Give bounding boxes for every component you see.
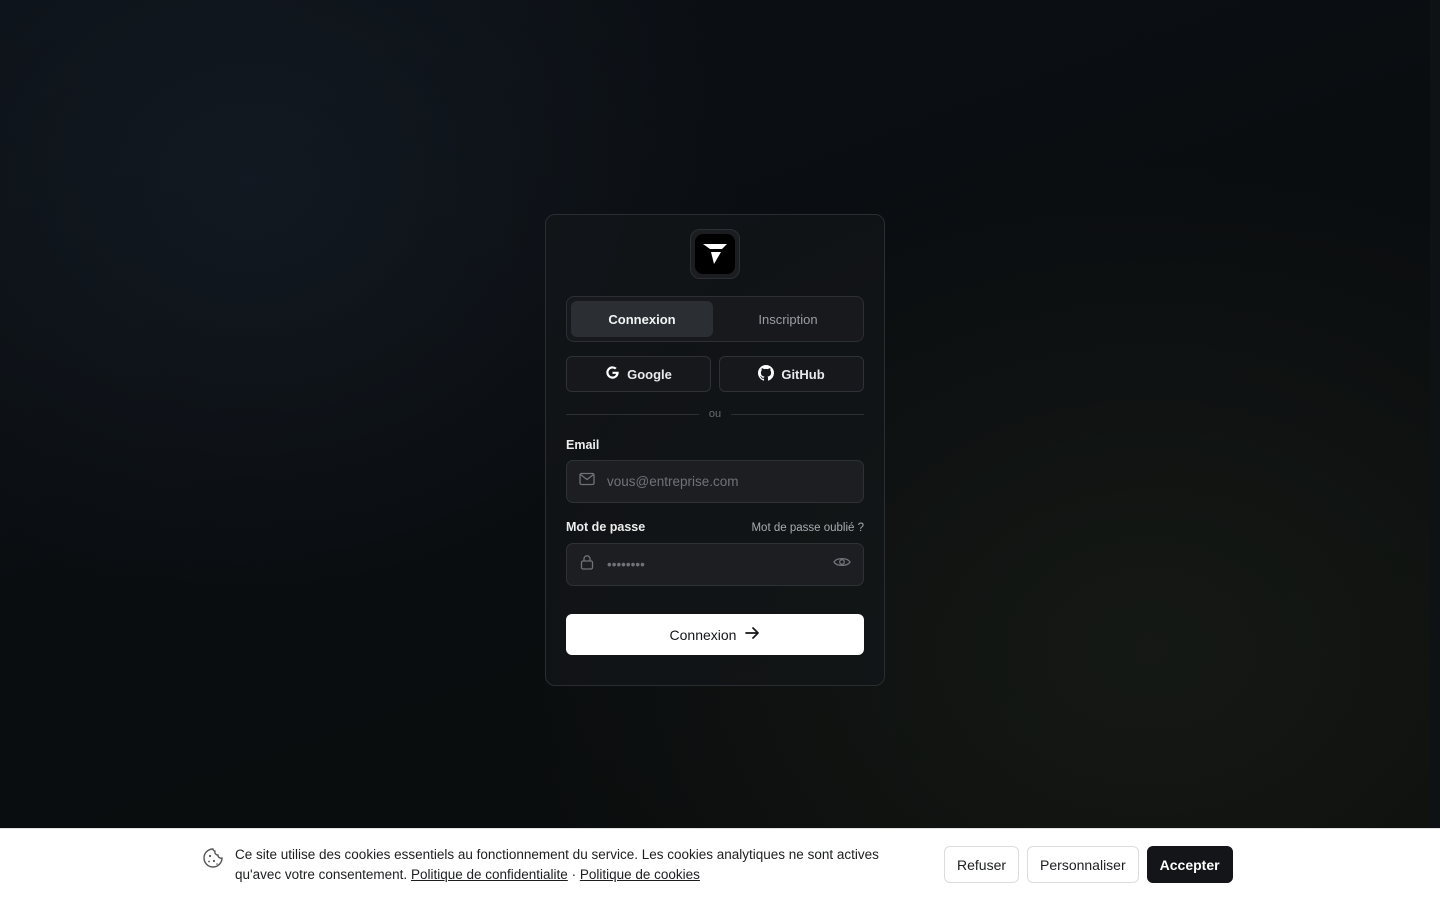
cookie-message: Ce site utilise des cookies essentiels a…: [235, 845, 925, 885]
cookie-actions: Refuser Personnaliser Accepter: [944, 846, 1233, 883]
lock-icon: [579, 554, 595, 575]
or-divider: ou: [566, 408, 864, 420]
privacy-policy-link[interactable]: Politique de confidentialite: [411, 867, 568, 882]
github-login-button[interactable]: GitHub: [719, 356, 864, 392]
google-icon: [605, 365, 620, 383]
login-submit-button[interactable]: Connexion: [566, 614, 864, 655]
submit-label: Connexion: [669, 626, 737, 643]
tab-inscription[interactable]: Inscription: [717, 301, 859, 337]
password-field-wrapper: [566, 543, 864, 586]
github-login-label: GitHub: [781, 366, 825, 382]
refuse-cookies-button[interactable]: Refuser: [944, 846, 1020, 883]
forgot-password-link[interactable]: Mot de passe oublié ?: [751, 516, 864, 534]
password-field[interactable]: [607, 557, 821, 572]
eye-icon[interactable]: [833, 555, 851, 574]
logo-container: [690, 229, 740, 279]
accept-cookies-button[interactable]: Accepter: [1146, 846, 1233, 883]
email-field[interactable]: [607, 474, 851, 489]
auth-tabs: Connexion Inscription: [566, 296, 864, 342]
google-login-label: Google: [627, 366, 672, 382]
scrollbar[interactable]: [1430, 0, 1440, 828]
mail-icon: [579, 472, 595, 491]
cookie-icon: [202, 847, 224, 874]
auth-card: Connexion Inscription Google GitHub ou E…: [545, 214, 885, 686]
google-login-button[interactable]: Google: [566, 356, 711, 392]
cookie-banner: Ce site utilise des cookies essentiels a…: [0, 828, 1440, 900]
tab-connexion[interactable]: Connexion: [571, 301, 713, 337]
divider-text: ou: [708, 408, 722, 420]
arrow-right-icon: [745, 626, 760, 643]
app-logo-arrow-icon: [695, 234, 735, 274]
customize-cookies-button[interactable]: Personnaliser: [1027, 846, 1139, 883]
oauth-buttons: Google GitHub: [566, 356, 864, 392]
email-label: Email: [566, 438, 600, 452]
link-separator: ·: [571, 867, 577, 882]
password-label-row: Mot de passe Mot de passe oublié ?: [566, 516, 864, 534]
github-icon: [758, 364, 775, 384]
email-field-wrapper: [566, 460, 864, 503]
password-label: Mot de passe: [566, 520, 646, 534]
cookie-policy-link[interactable]: Politique de cookies: [580, 867, 700, 882]
